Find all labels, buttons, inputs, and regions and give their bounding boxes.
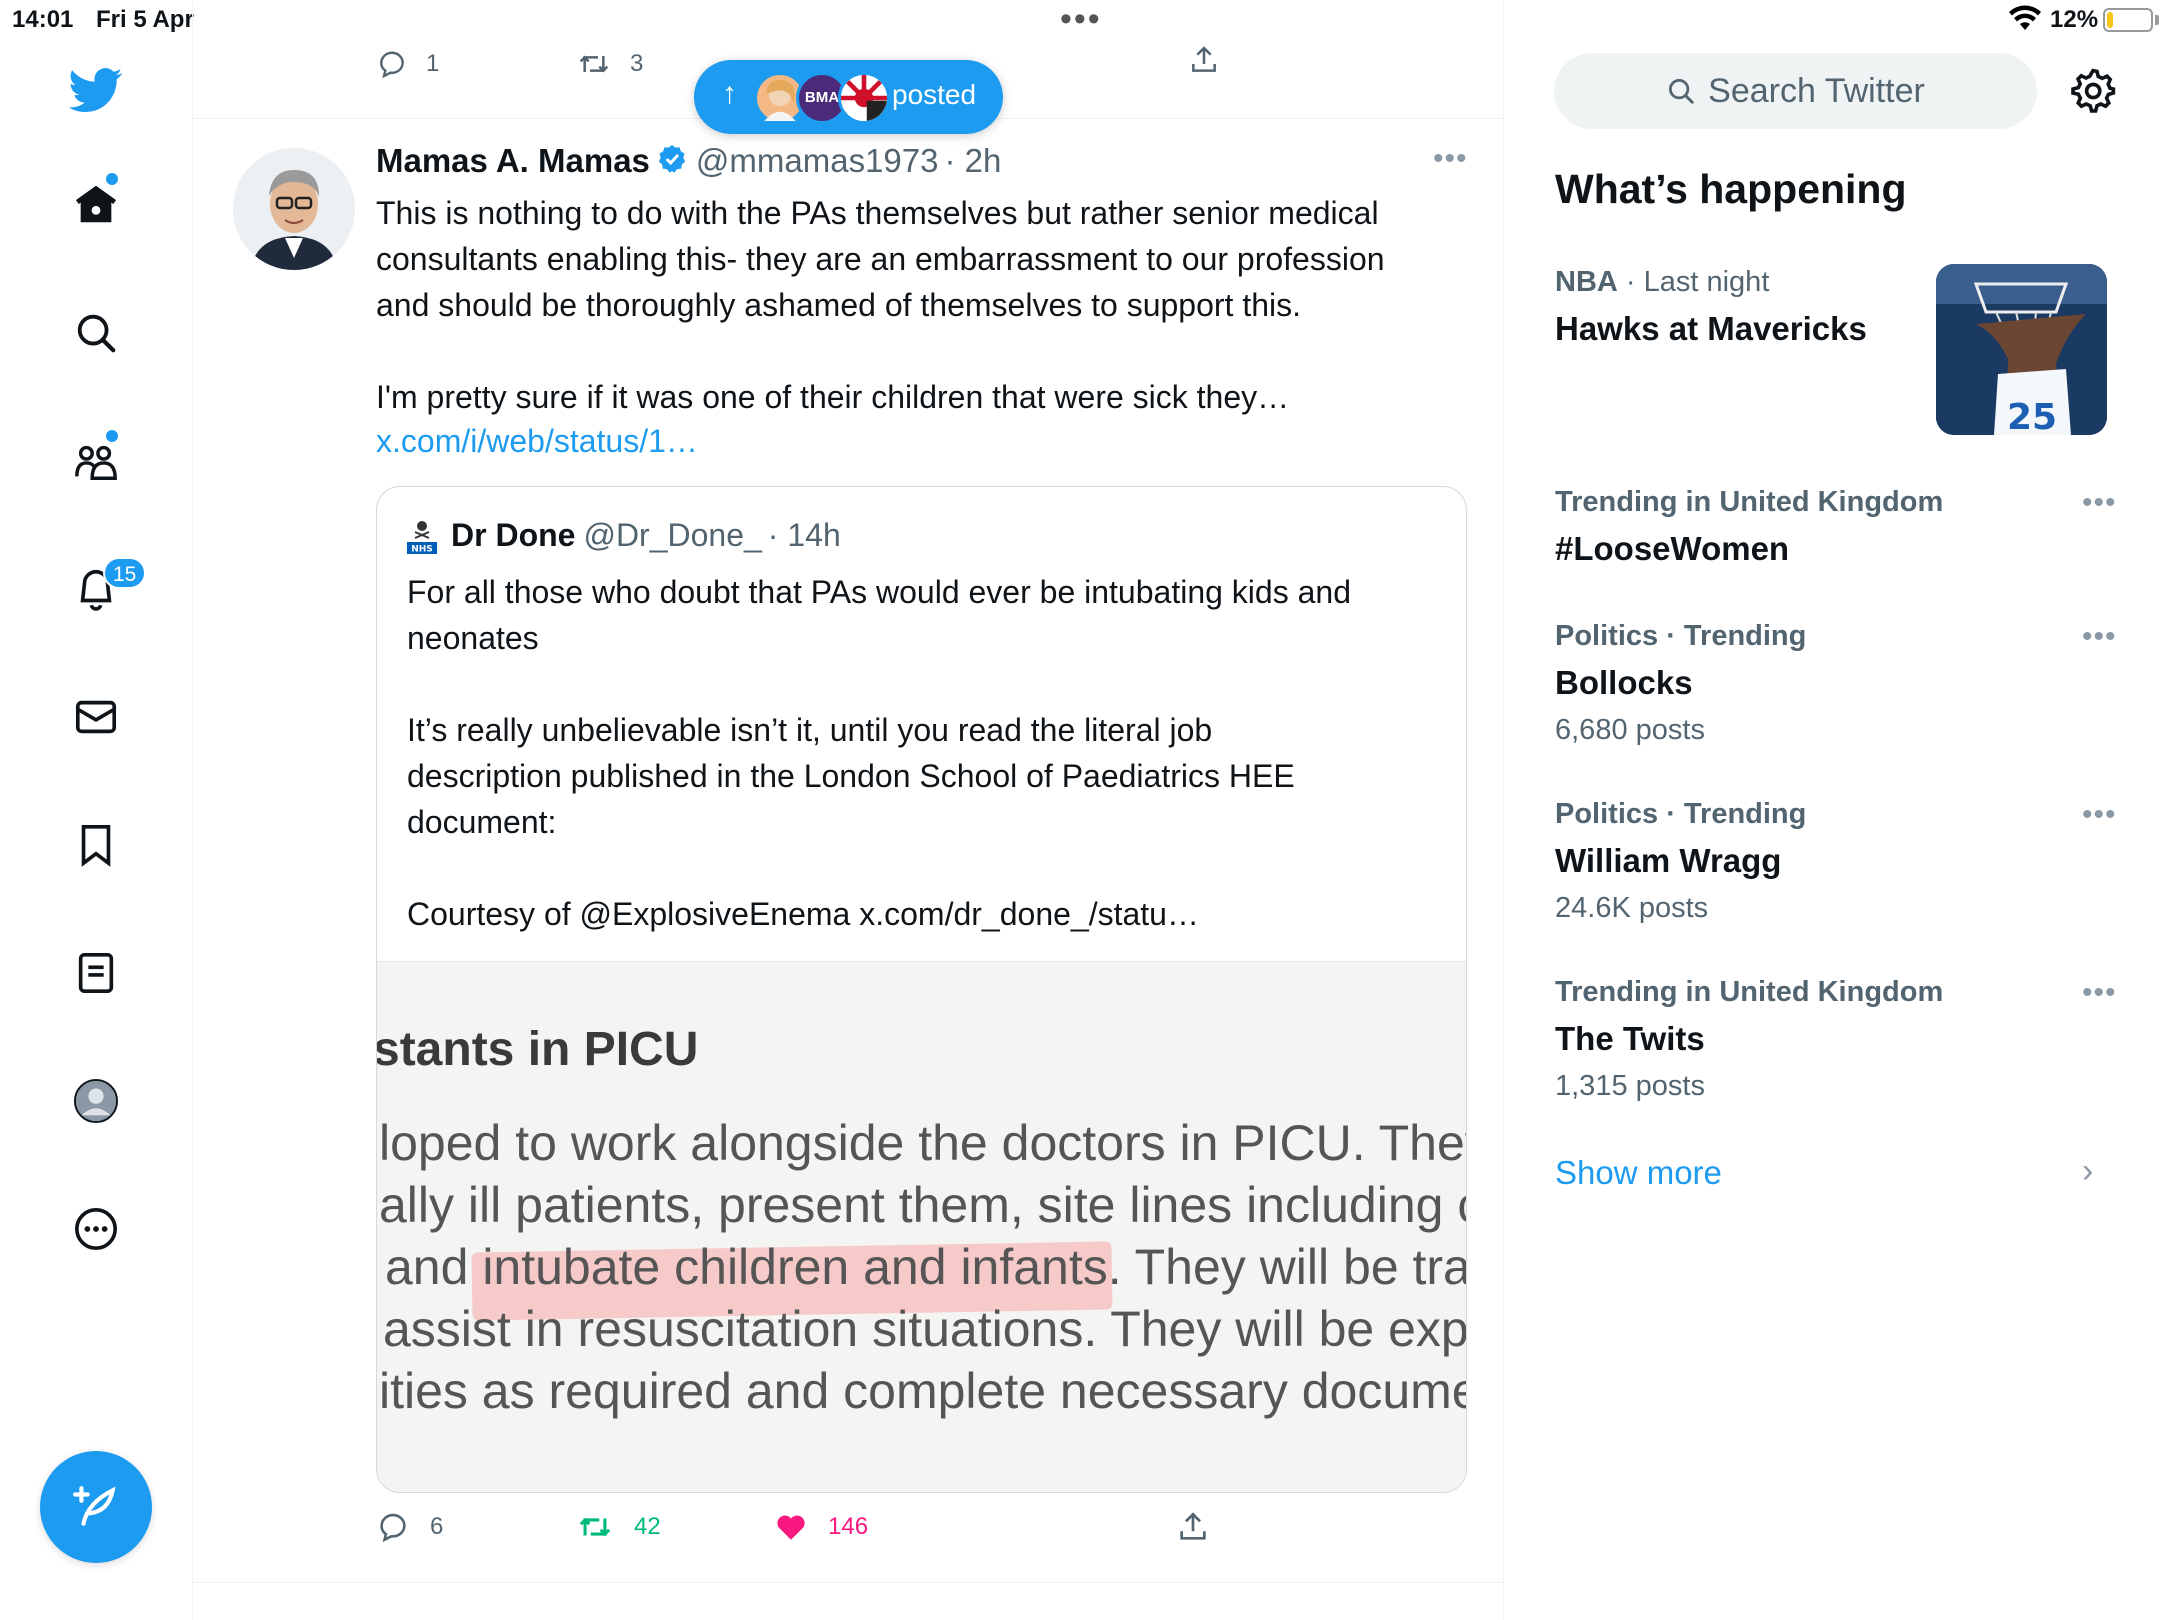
trend-meta: NBA · Last night (1555, 266, 1769, 299)
whats-happening-title: What’s happening (1555, 166, 1907, 212)
trend-post-count: 6,680 posts (1555, 714, 1705, 746)
reply-count: 1 (426, 50, 440, 77)
verified-badge-icon (656, 143, 688, 183)
divider (193, 1582, 1503, 1583)
battery-fill (2107, 12, 2113, 28)
battery-percent: 12% (2050, 6, 2099, 33)
quote-text: For all those who doubt that PAs would e… (407, 574, 1351, 932)
trend-meta-text: · Last night (1617, 266, 1770, 298)
tweet-link[interactable]: x.com/i/web/status/1… (376, 423, 698, 460)
show-more-link[interactable]: Show more (1555, 1154, 1722, 1192)
heart-icon (777, 1515, 805, 1540)
chevron-right-icon[interactable]: › (2082, 1152, 2093, 1191)
reply-button[interactable]: 6 (376, 1510, 443, 1544)
tweet-actions: 6 42 146 (376, 1510, 1466, 1560)
arrow-up-icon: ↑ (722, 77, 737, 110)
reply-icon (380, 51, 404, 79)
quote-author-handle: @Dr_Done_ (583, 517, 762, 553)
svg-text:NHS: NHS (411, 544, 433, 554)
share-icon (1192, 46, 1216, 72)
posted-label: posted (892, 79, 977, 110)
home-unread-dot (106, 173, 118, 185)
trend-more-icon[interactable]: ••• (2082, 620, 2117, 654)
battery-icon (2103, 8, 2153, 32)
timeline: 1 3 ↑ BMA posted Mamas A. Mamas @mmamas19… (193, 0, 1504, 1620)
share-button[interactable] (1176, 1510, 1210, 1544)
image-text-line: ally ill patients, present them, site li… (379, 1177, 1467, 1233)
tweet-author-avatar[interactable] (233, 148, 355, 270)
left-nav: 15 (0, 0, 193, 1620)
quoted-tweet[interactable]: NHS Dr Done @Dr_Done_ · 14h For all thos… (376, 486, 1467, 1493)
retweet-button[interactable]: 42 (576, 1510, 661, 1544)
trend-meta: Politics · Trending (1555, 620, 1807, 652)
mail-icon[interactable] (60, 681, 132, 753)
new-posts-pill[interactable]: ↑ BMA posted (694, 60, 1003, 134)
svg-text:25: 25 (2007, 397, 2057, 435)
image-heading: stants in PICU (377, 1023, 699, 1076)
search-icon[interactable] (60, 297, 132, 369)
tweet-author-handle[interactable]: @mmamas1973 (696, 142, 939, 179)
trend-more-icon[interactable]: ••• (2082, 976, 2117, 1010)
trend-post-count: 1,315 posts (1555, 1070, 1705, 1102)
trend-meta: Politics · Trending (1555, 798, 1807, 830)
retweet-icon (579, 1517, 611, 1537)
retweet-button[interactable]: 3 (576, 48, 643, 80)
image-text-line: loped to work alongside the doctors in P… (379, 1115, 1467, 1171)
more-icon[interactable] (60, 1193, 132, 1265)
trend-name: Bollocks (1555, 664, 1693, 701)
quote-header: NHS Dr Done @Dr_Done_ · 14h (407, 517, 841, 554)
image-text-line: and intubate children and infants. They … (385, 1239, 1467, 1295)
twitter-bird-icon[interactable] (60, 54, 132, 126)
share-icon (1180, 1512, 1206, 1540)
nhs-logo-icon: NHS (407, 520, 437, 554)
quote-time: · 14h (767, 517, 841, 553)
trend-more-icon[interactable]: ••• (2082, 486, 2117, 520)
quote-author-name: Dr Done (451, 517, 576, 553)
home-icon[interactable] (60, 168, 132, 240)
gear-icon[interactable] (2069, 67, 2117, 115)
trend-category: NBA (1555, 266, 1618, 298)
tweet-author-name[interactable]: Mamas A. Mamas (376, 142, 650, 179)
bookmark-icon[interactable] (60, 809, 132, 881)
notifications-badge: 15 (103, 557, 147, 589)
reply-icon (380, 1513, 406, 1543)
communities-icon[interactable] (60, 425, 132, 497)
rising-sun-avatar (838, 72, 890, 124)
trend-thumbnail: 25 (1936, 264, 2107, 435)
image-text-line: ities as required and complete necessary… (379, 1363, 1467, 1419)
retweet-icon (579, 55, 609, 73)
list-icon[interactable] (60, 937, 132, 1009)
search-icon (1669, 79, 1694, 104)
reply-button[interactable]: 1 (376, 48, 439, 80)
trend-post-count: 24.6K posts (1555, 892, 1709, 924)
compose-icon (73, 1486, 116, 1526)
quote-image[interactable]: stants in PICU loped to work alongside t… (377, 961, 1467, 1492)
search-input[interactable]: Search Twitter (1554, 53, 2037, 129)
avatar-icon[interactable] (60, 1065, 132, 1137)
tweet-more-icon[interactable]: ••• (1433, 142, 1468, 176)
trend-more-icon[interactable]: ••• (2082, 798, 2117, 832)
trend-name: #LooseWomen (1555, 530, 1790, 567)
battery-nub (2155, 15, 2159, 25)
wifi-icon (2008, 4, 2042, 39)
trend-name: William Wragg (1555, 842, 1782, 879)
trend-meta: Trending in United Kingdom (1555, 486, 1944, 518)
search-placeholder: Search Twitter (1708, 71, 1925, 110)
reply-count: 6 (430, 1513, 444, 1540)
tweet-text: This is nothing to do with the PAs thems… (376, 195, 1385, 415)
compose-button[interactable] (40, 1451, 152, 1563)
tweet-header: Mamas A. Mamas @mmamas1973 · 2h (376, 142, 1001, 183)
trend-meta: Trending in United Kingdom (1555, 976, 1944, 1008)
image-text-line: assist in resuscitation situations. They… (383, 1301, 1467, 1357)
retweet-count: 3 (630, 50, 644, 77)
communities-unread-dot (106, 430, 118, 442)
share-button[interactable] (1188, 44, 1220, 76)
trend-name: Hawks at Mavericks (1555, 310, 1867, 347)
tweet-time[interactable]: · 2h (945, 142, 1002, 179)
like-count: 146 (828, 1513, 869, 1540)
like-button[interactable]: 146 (774, 1510, 868, 1544)
retweet-count: 42 (634, 1513, 661, 1540)
trend-name: The Twits (1555, 1020, 1705, 1057)
